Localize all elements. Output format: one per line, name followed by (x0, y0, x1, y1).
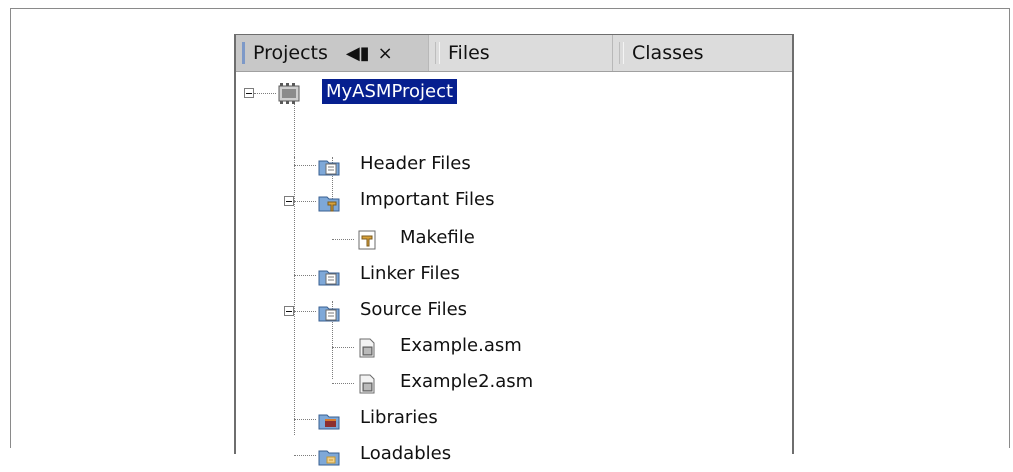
tree-line (332, 383, 354, 384)
project-tree: MyASMProject Header Files Important File… (236, 73, 792, 466)
asm-file-icon (356, 373, 378, 395)
tree-label-loadables: Loadables (360, 443, 452, 464)
makefile-icon (356, 229, 378, 251)
tree-node-project[interactable]: MyASMProject (236, 75, 796, 107)
tab-classes[interactable]: Classes (612, 35, 792, 71)
tree-label-makefile: Makefile (400, 227, 475, 248)
tree-node-example2-asm[interactable]: Example2.asm (236, 365, 796, 397)
tree-line (294, 455, 316, 456)
tab-projects-label: Projects (253, 42, 328, 64)
collapse-toggle-icon[interactable] (284, 306, 294, 316)
tree-node-source-files[interactable]: Source Files (236, 293, 796, 325)
tree-node-loadables[interactable]: Loadables (236, 437, 796, 469)
folder-loadables-icon (318, 445, 340, 467)
tab-grip (435, 42, 440, 64)
tree-node-header-files[interactable]: Header Files (236, 147, 796, 179)
tree-line (332, 347, 354, 348)
tab-files-label: Files (448, 42, 490, 64)
tree-label-example2-asm: Example2.asm (400, 371, 534, 392)
tree-node-linker-files[interactable]: Linker Files (236, 257, 796, 289)
tree-line (294, 275, 316, 276)
tab-classes-label: Classes (632, 42, 704, 64)
tree-node-libraries[interactable]: Libraries (236, 401, 796, 433)
tab-files[interactable]: Files (428, 35, 612, 71)
projects-panel: Projects ◀▮ × Files Classes MyASMProject… (234, 34, 794, 466)
tree-node-important-files[interactable]: Important Files (236, 183, 796, 215)
minimize-window-icon[interactable]: ◀▮ (346, 43, 370, 64)
chip-project-icon (278, 83, 300, 105)
tree-line (332, 239, 354, 240)
tree-label-linker-files: Linker Files (360, 263, 460, 284)
folder-doc-icon (318, 301, 340, 323)
tree-line (294, 311, 316, 312)
tree-node-example-asm[interactable]: Example.asm (236, 329, 796, 361)
tab-actions: ◀▮ × (346, 43, 393, 64)
tab-projects[interactable]: Projects ◀▮ × (236, 35, 428, 71)
tree-label-source-files: Source Files (360, 299, 468, 320)
asm-file-icon (356, 337, 378, 359)
tree-label-project: MyASMProject (322, 79, 458, 104)
close-icon[interactable]: × (378, 43, 393, 64)
folder-library-icon (318, 409, 340, 431)
collapse-toggle-icon[interactable] (244, 88, 254, 98)
panel-tabbar: Projects ◀▮ × Files Classes (236, 35, 792, 72)
tree-label-header-files: Header Files (360, 153, 471, 174)
tab-grip (242, 42, 245, 64)
tree-label-important-files: Important Files (360, 189, 495, 210)
tree-label-libraries: Libraries (360, 407, 438, 428)
collapse-toggle-icon[interactable] (284, 196, 294, 206)
tree-line (294, 201, 316, 202)
tree-line (254, 93, 276, 94)
tree-label-example-asm: Example.asm (400, 335, 522, 356)
folder-doc-icon (318, 155, 340, 177)
tree-line (294, 165, 316, 166)
folder-tool-icon (318, 191, 340, 213)
tree-line (294, 419, 316, 420)
tab-grip (619, 42, 624, 64)
tree-node-makefile[interactable]: Makefile (236, 221, 796, 253)
folder-doc-icon (318, 265, 340, 287)
